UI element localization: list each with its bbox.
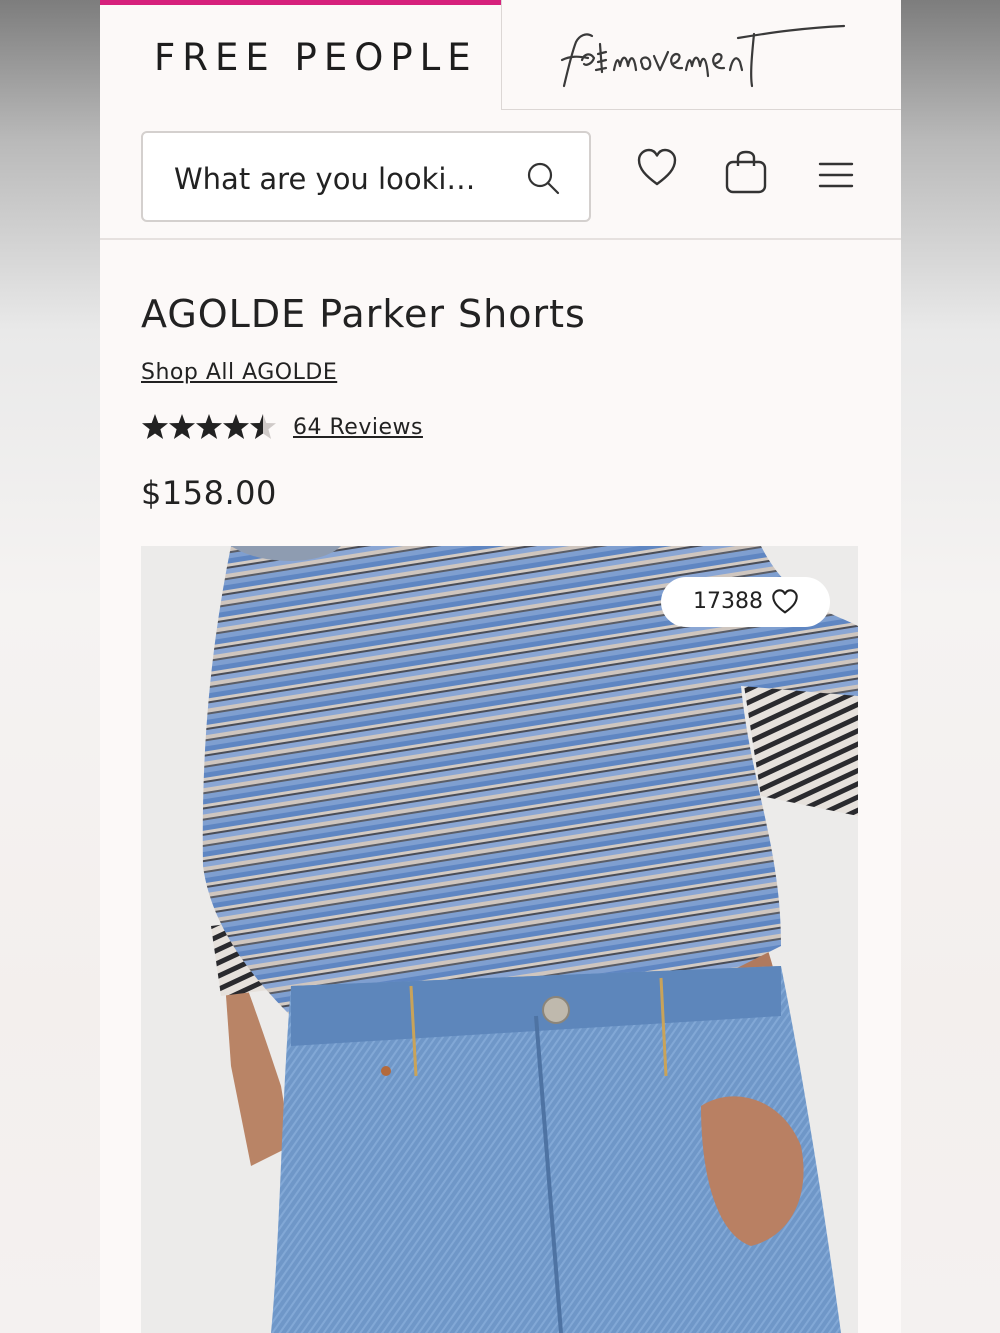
heart-icon — [772, 589, 798, 614]
favorites-count: 17388 — [693, 589, 763, 614]
free-people-tab[interactable]: FREE PEOPLE — [100, 0, 501, 110]
favorite-button[interactable]: 17388 — [661, 577, 830, 627]
bag-icon[interactable] — [725, 150, 767, 194]
fp-movement-tab[interactable] — [501, 0, 901, 110]
mobile-page: FREE PEOPLE What are you looki… AGOLDE P… — [100, 0, 901, 1333]
header-toolbar — [100, 110, 901, 240]
search-icon[interactable] — [526, 161, 562, 197]
search-input[interactable] — [174, 161, 504, 197]
heart-icon[interactable] — [636, 148, 678, 188]
search-bar[interactable] — [141, 131, 591, 222]
shop-all-brand-link[interactable]: Shop All AGOLDE — [141, 360, 337, 385]
product-price: $158.00 — [141, 474, 277, 512]
free-people-logo: FREE PEOPLE — [154, 36, 478, 79]
menu-icon[interactable] — [818, 162, 854, 188]
product-photo — [141, 546, 858, 1333]
product-title: AGOLDE Parker Shorts — [141, 292, 586, 336]
product-image[interactable] — [141, 546, 858, 1333]
fp-movement-logo — [560, 24, 846, 88]
reviews-link[interactable]: 64 Reviews — [293, 415, 423, 440]
stars-icon — [142, 414, 276, 439]
brand-tabs: FREE PEOPLE — [100, 0, 901, 110]
